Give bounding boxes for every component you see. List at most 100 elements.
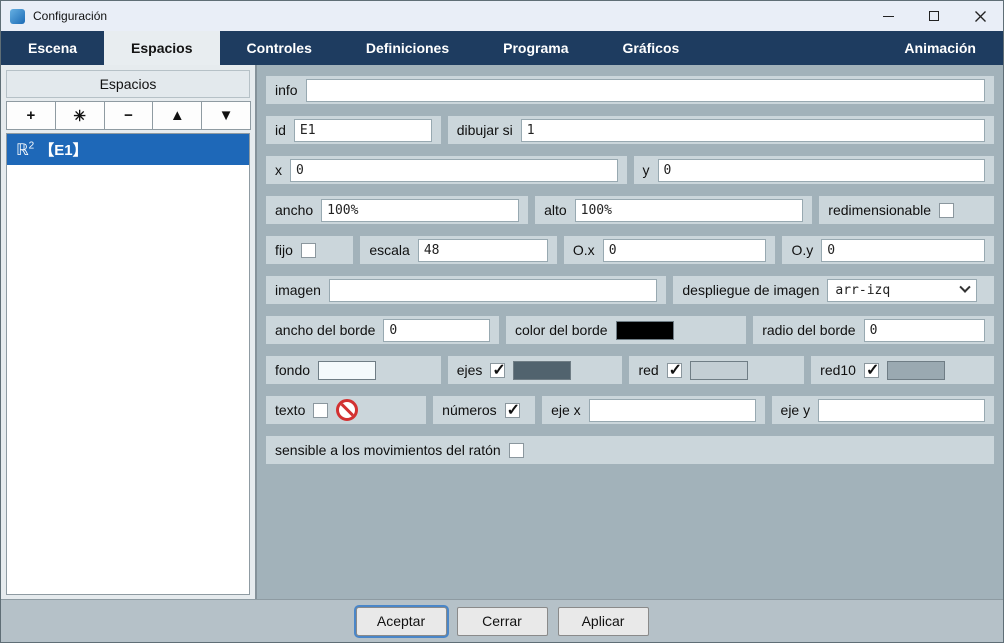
- width-input[interactable]: [321, 198, 520, 222]
- maximize-icon: [929, 11, 939, 21]
- resizable-checkbox[interactable]: [939, 202, 955, 218]
- row-text: texto números eje x eje y: [266, 396, 994, 424]
- spaces-panel-title: Espacios: [6, 70, 250, 98]
- text-checkbox[interactable]: [313, 402, 329, 418]
- apply-button[interactable]: Aplicar: [557, 606, 649, 636]
- background-group: fondo: [266, 356, 441, 384]
- minimize-button[interactable]: [865, 1, 911, 31]
- scale-input[interactable]: [417, 238, 548, 262]
- axis-x-input[interactable]: [588, 398, 756, 422]
- arrow-down-icon: ▼: [218, 107, 234, 124]
- height-input[interactable]: [574, 198, 804, 222]
- tab-programa[interactable]: Programa: [476, 31, 595, 65]
- border-width-input[interactable]: [383, 318, 490, 342]
- axes-color-swatch[interactable]: [513, 360, 572, 380]
- grid10-color-swatch[interactable]: [886, 360, 945, 380]
- arrow-up-icon: ▲: [169, 107, 185, 124]
- scale-label: escala: [369, 242, 410, 258]
- close-button[interactable]: [957, 1, 1003, 31]
- image-group: imagen: [266, 276, 667, 304]
- move-down-button[interactable]: ▼: [201, 101, 251, 130]
- origin-y-input[interactable]: [821, 238, 985, 262]
- tab-animacion[interactable]: Animación: [877, 31, 1003, 65]
- app-icon: [10, 8, 25, 24]
- info-group: info: [266, 76, 994, 104]
- fixed-checkbox[interactable]: [300, 242, 316, 258]
- origin-x-label: O.x: [572, 242, 595, 258]
- fixed-label: fijo: [275, 242, 293, 258]
- chevron-down-icon: [959, 281, 972, 293]
- grid10-group: red10: [811, 356, 994, 384]
- text-label: texto: [275, 402, 306, 418]
- spaces-toolbar: + ✳ − ▲ ▼: [6, 101, 251, 130]
- draw-if-group: dibujar si: [447, 116, 994, 144]
- row-position: x y: [266, 156, 994, 184]
- image-display-value: arr-izq: [835, 282, 891, 298]
- y-label: y: [642, 162, 650, 178]
- close-dialog-button[interactable]: Cerrar: [456, 606, 548, 636]
- add-space-button[interactable]: +: [6, 101, 56, 130]
- move-up-button[interactable]: ▲: [152, 101, 203, 130]
- tab-definiciones[interactable]: Definiciones: [339, 31, 476, 65]
- axis-x-group: eje x: [542, 396, 765, 424]
- tab-espacios[interactable]: Espacios: [104, 31, 220, 65]
- remove-space-button[interactable]: −: [103, 101, 154, 130]
- no-text-font-icon[interactable]: [336, 399, 359, 421]
- axis-y-group: eje y: [771, 396, 994, 424]
- border-color-swatch[interactable]: [615, 320, 674, 340]
- minimize-icon: [882, 15, 894, 17]
- height-group: alto: [535, 196, 813, 224]
- grid10-checkbox[interactable]: [863, 360, 879, 380]
- numbers-group: números: [433, 396, 536, 424]
- width-group: ancho: [266, 196, 529, 224]
- image-label: imagen: [275, 282, 321, 298]
- id-group: id: [266, 116, 441, 144]
- border-radius-input[interactable]: [863, 318, 985, 342]
- mouse-sensitive-checkbox[interactable]: [508, 442, 524, 458]
- height-label: alto: [544, 202, 567, 218]
- axes-label: ejes: [456, 362, 483, 378]
- plus-icon: +: [26, 107, 36, 124]
- numbers-checkbox[interactable]: [504, 400, 520, 420]
- mouse-sensitive-label: sensible a los movimientos del ratón: [275, 442, 501, 458]
- width-label: ancho: [275, 202, 314, 218]
- axes-group: ejes: [447, 356, 623, 384]
- tab-graficos[interactable]: Gráficos: [595, 31, 706, 65]
- space-name-label: 【E1】: [39, 142, 88, 159]
- grid-label: red: [638, 362, 659, 378]
- asterisk-icon: ✳: [73, 107, 86, 125]
- axis-y-input[interactable]: [818, 398, 985, 422]
- border-color-label: color del borde: [514, 322, 608, 338]
- grid-group: red: [629, 356, 805, 384]
- info-input[interactable]: [305, 78, 985, 102]
- resizable-label: redimensionable: [828, 202, 932, 218]
- row-mouse: sensible a los movimientos del ratón: [266, 436, 994, 464]
- row-size: ancho alto redimensionable: [266, 196, 994, 224]
- main-area: Espacios + ✳ − ▲ ▼ ℝ2 【E1】 info id E1 di…: [1, 65, 1003, 599]
- id-input[interactable]: [293, 118, 432, 142]
- background-color-swatch[interactable]: [318, 360, 377, 380]
- spaces-panel: Espacios + ✳ − ▲ ▼ ℝ2 【E1】: [1, 65, 257, 599]
- grid-color-swatch[interactable]: [689, 360, 748, 380]
- close-icon: [974, 10, 986, 22]
- tab-escena[interactable]: Escena: [1, 31, 104, 65]
- row-info: info: [266, 76, 994, 104]
- info-label: info: [275, 82, 298, 98]
- fixed-group: fijo: [266, 236, 354, 264]
- origin-x-input[interactable]: [602, 238, 767, 262]
- draw-if-input[interactable]: [520, 118, 985, 142]
- x-input[interactable]: [290, 158, 618, 182]
- duplicate-space-button[interactable]: ✳: [54, 101, 105, 130]
- border-color-group: color del borde: [505, 316, 747, 344]
- y-input[interactable]: [657, 158, 985, 182]
- space-list-item-E1[interactable]: ℝ2 【E1】: [7, 134, 249, 165]
- text-group: texto: [266, 396, 427, 424]
- accept-button[interactable]: Aceptar: [355, 606, 447, 636]
- maximize-button[interactable]: [911, 1, 957, 31]
- image-input[interactable]: [328, 278, 658, 302]
- image-display-select[interactable]: arr-izq: [827, 278, 978, 302]
- axes-checkbox[interactable]: [490, 360, 506, 380]
- tab-controles[interactable]: Controles: [220, 31, 339, 65]
- grid-checkbox[interactable]: [666, 360, 682, 380]
- row-colors: fondo ejes red red10: [266, 356, 994, 384]
